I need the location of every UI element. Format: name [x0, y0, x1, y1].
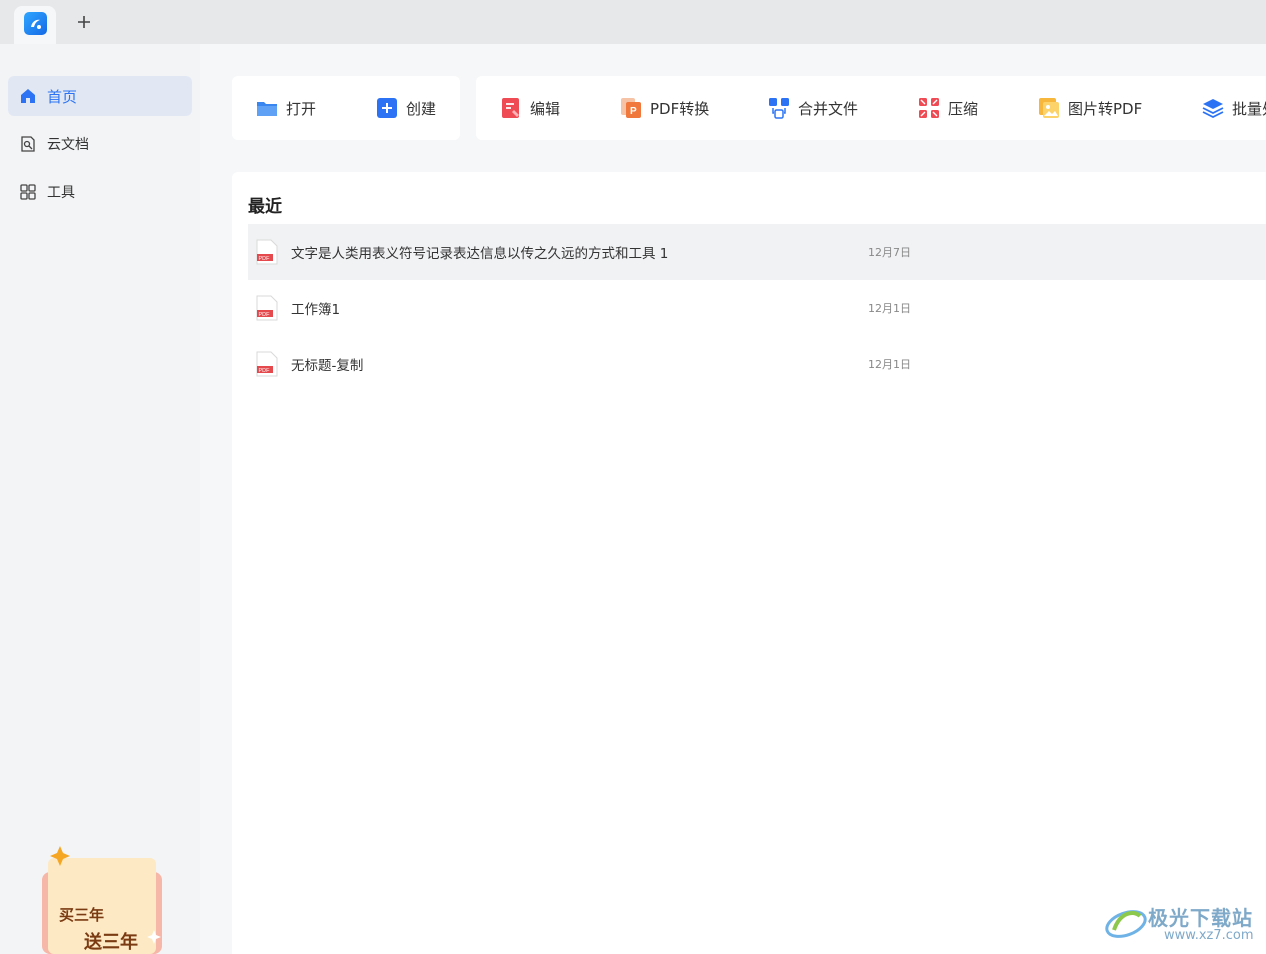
- site-watermark: 极光下载站 www.xz7.com: [1104, 902, 1264, 948]
- cloud-doc-icon: [19, 135, 37, 153]
- edit-label: 编辑: [530, 99, 561, 118]
- layers-icon: [1202, 97, 1224, 119]
- batch-label: 批量处: [1232, 99, 1266, 118]
- app-logo-icon: [24, 12, 47, 35]
- sidebar-item-tools[interactable]: 工具: [8, 172, 192, 212]
- image-to-pdf-label: 图片转PDF: [1068, 99, 1143, 118]
- sidebar-item-cloud-docs[interactable]: 云文档: [8, 124, 192, 164]
- pdf-file-icon: PDF: [256, 295, 278, 321]
- open-label: 打开: [286, 99, 317, 118]
- promo-line-1: 买三年: [59, 906, 105, 924]
- compress-icon: [918, 97, 940, 119]
- pdf-convert-label: PDF转换: [650, 99, 710, 118]
- merge-files-button[interactable]: 合并文件: [768, 76, 858, 140]
- main-content: 打开 创建 编辑 P PDF转换 合并文件 压缩 图片转PDF 批量 最近 PD…: [200, 44, 1266, 954]
- file-date: 12月1日: [868, 358, 911, 371]
- svg-text:P: P: [630, 106, 637, 117]
- watermark-text: 极光下载站: [1148, 906, 1253, 930]
- promo-banner[interactable]: 买三年 送三年: [42, 842, 162, 954]
- edit-button[interactable]: 编辑: [500, 76, 560, 140]
- title-bar: [0, 0, 1266, 44]
- batch-button[interactable]: 批量处: [1202, 76, 1266, 140]
- file-date: 12月1日: [868, 302, 911, 315]
- sidebar: 首页 云文档 工具 买三年 送三年: [0, 44, 200, 954]
- merge-icon: [768, 97, 790, 119]
- pdf-convert-button[interactable]: P PDF转换: [620, 76, 709, 140]
- plus-square-icon: [376, 97, 398, 119]
- recent-title: 最近: [248, 197, 282, 217]
- image-icon: [1038, 97, 1060, 119]
- create-button[interactable]: 创建: [376, 76, 436, 140]
- pdf-file-icon: PDF: [256, 239, 278, 265]
- file-row[interactable]: PDF 工作簿1 12月1日: [248, 280, 1266, 336]
- create-label: 创建: [406, 99, 437, 118]
- sidebar-item-label: 首页: [47, 87, 78, 106]
- add-tab-button[interactable]: [72, 10, 96, 34]
- folder-icon: [256, 97, 278, 119]
- open-button[interactable]: 打开: [256, 76, 316, 140]
- file-row[interactable]: PDF 无标题-复制 12月1日: [248, 336, 1266, 392]
- compress-button[interactable]: 压缩: [918, 76, 978, 140]
- sidebar-item-label: 云文档: [47, 137, 89, 153]
- file-row[interactable]: PDF 文字是人类用表义符号记录表达信息以传之久远的方式和工具 1 12月7日: [248, 224, 1266, 280]
- app-tab[interactable]: [14, 6, 56, 44]
- file-name: 文字是人类用表义符号记录表达信息以传之久远的方式和工具 1: [291, 246, 669, 262]
- edit-doc-icon: [500, 97, 522, 119]
- sidebar-item-label: 工具: [47, 185, 75, 201]
- file-name: 无标题-复制: [291, 358, 364, 374]
- pdf-convert-icon: P: [620, 97, 642, 119]
- file-date: 12月7日: [868, 246, 911, 259]
- sidebar-item-home[interactable]: 首页: [8, 76, 192, 116]
- merge-files-label: 合并文件: [798, 99, 859, 118]
- quick-actions-group: 打开 创建: [232, 76, 460, 140]
- recent-panel: 最近 PDF 文字是人类用表义符号记录表达信息以传之久远的方式和工具 1 12月…: [232, 172, 1266, 954]
- grid-tools-icon: [19, 183, 37, 201]
- svg-text:PDF: PDF: [259, 312, 271, 318]
- file-name: 工作簿1: [291, 302, 341, 318]
- svg-text:PDF: PDF: [259, 368, 271, 374]
- svg-text:PDF: PDF: [259, 256, 271, 262]
- compress-label: 压缩: [948, 99, 979, 118]
- watermark-url: www.xz7.com: [1164, 928, 1254, 943]
- promo-line-2: 送三年: [84, 932, 138, 953]
- tools-group: 编辑 P PDF转换 合并文件 压缩 图片转PDF 批量: [476, 76, 1266, 140]
- image-to-pdf-button[interactable]: 图片转PDF: [1038, 76, 1142, 140]
- pdf-file-icon: PDF: [256, 351, 278, 377]
- home-icon: [19, 87, 37, 105]
